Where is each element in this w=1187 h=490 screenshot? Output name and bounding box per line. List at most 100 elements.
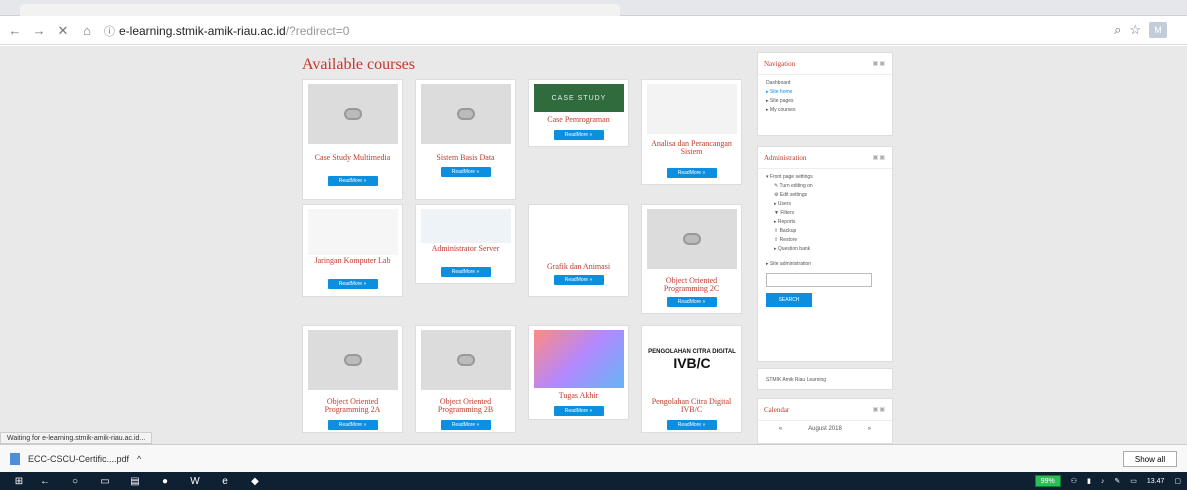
home-icon[interactable]: ⌂ (78, 22, 96, 40)
admin-item[interactable]: ⇧ Restore (766, 236, 884, 245)
course-name: Administrator Server (431, 244, 500, 253)
url-field[interactable]: ⓘ e-learning.stmik-amik-riau.ac.id/?redi… (104, 23, 349, 39)
star-icon[interactable]: ☆ (1129, 22, 1141, 38)
course-thumbnail (534, 209, 624, 261)
search-icon[interactable]: ○ (60, 472, 90, 490)
browser-tab[interactable] (20, 4, 620, 16)
course-thumbnail (647, 84, 737, 134)
administration-block: Administration ▣▣ ▾ Front page settings ✎… (757, 146, 893, 362)
chrome-icon[interactable]: ● (150, 472, 180, 490)
readmore-button[interactable]: ReadMore » (553, 130, 604, 140)
back-icon[interactable]: ← (6, 22, 24, 40)
nav-item[interactable]: ▸ My courses (766, 106, 884, 115)
page-title: Available courses (302, 56, 415, 73)
readmore-button[interactable]: ReadMore » (440, 167, 491, 177)
block-controls-icon[interactable]: ▣▣ (873, 406, 886, 413)
prev-month-icon[interactable]: « (779, 426, 782, 432)
course-name: Tugas Akhir (558, 391, 599, 400)
readmore-button[interactable]: ReadMore » (327, 279, 378, 289)
course-card[interactable]: CASE STUDY Case Pemrograman ReadMore » (528, 79, 629, 147)
course-thumbnail (308, 84, 398, 144)
site-name: STMIK Amik Riau Learning (766, 377, 827, 383)
admin-item[interactable]: ⚙ Edit settings (766, 191, 884, 200)
stop-icon[interactable]: ✕ (54, 22, 72, 40)
admin-item[interactable]: ▾ Front page settings (766, 173, 884, 182)
back-icon[interactable]: ← (30, 472, 60, 490)
course-name: Case Pemrograman (547, 115, 610, 124)
status-bar: Waiting for e-learning.stmik-amik-riau.a… (0, 432, 153, 444)
admin-label: Turn editing on (779, 183, 813, 189)
course-card[interactable]: Jaringan Komputer Lab ReadMore » (302, 204, 403, 297)
admin-item[interactable]: ✎ Turn editing on (766, 182, 884, 191)
admin-item[interactable]: ▸ Reports (766, 218, 884, 227)
edge-icon[interactable]: e (210, 472, 240, 490)
download-filename: ECC-CSCU-Certific....pdf (28, 453, 130, 464)
thumb-subtext: IVB/C (673, 355, 711, 371)
word-icon[interactable]: W (180, 472, 210, 490)
admin-label: Reports (777, 219, 796, 225)
readmore-button[interactable]: ReadMore » (666, 168, 717, 178)
readmore-button[interactable]: ReadMore » (327, 420, 378, 430)
show-all-button[interactable]: Show all (1123, 451, 1177, 467)
readmore-button[interactable]: ReadMore » (440, 420, 491, 430)
next-month-icon[interactable]: » (868, 426, 871, 432)
course-card[interactable]: Object Oriented Programming 2B ReadMore … (415, 325, 516, 433)
clock-time[interactable]: 13.47 (1147, 478, 1165, 485)
extension-icon[interactable]: M (1149, 22, 1167, 38)
nav-item[interactable]: ▸ Site pages (766, 97, 884, 106)
readmore-button[interactable]: ReadMore » (327, 176, 378, 186)
course-card[interactable]: Tugas Akhir ReadMore » (528, 325, 629, 420)
file-explorer-icon[interactable]: ▤ (120, 472, 150, 490)
admin-item[interactable]: ▸ Users (766, 200, 884, 209)
taskbar: ⊞ ← ○ ▭ ▤ ● W e ◆ 99% ⚇ ▮ ♪ ✎ ▭ 13.47 ▢ (0, 472, 1187, 490)
course-card[interactable]: PENGOLAHAN CITRA DIGITAL IVB/C Pengolaha… (641, 325, 742, 433)
nav-item[interactable]: Dashboard (766, 79, 884, 88)
search-button[interactable]: SEARCH (766, 293, 812, 307)
course-thumbnail (308, 330, 398, 390)
nav-label: Site pages (769, 98, 794, 104)
downloads-bar: ECC-CSCU-Certific....pdf ^ Show all (0, 444, 1187, 472)
forward-icon[interactable]: → (30, 22, 48, 40)
notification-icon[interactable]: ▢ (1174, 477, 1181, 485)
app-icon[interactable]: ◆ (240, 472, 270, 490)
readmore-button[interactable]: ReadMore » (553, 406, 604, 416)
zoom-icon[interactable]: ⌕ (1114, 22, 1121, 38)
readmore-button[interactable]: ReadMore » (553, 275, 604, 285)
admin-label: Filters (780, 210, 794, 216)
admin-item[interactable]: ▼ Filters (766, 209, 884, 218)
battery-indicator[interactable]: 99% (1034, 475, 1061, 487)
download-item[interactable]: ECC-CSCU-Certific....pdf ^ (10, 452, 141, 465)
admin-label: Backup (779, 228, 797, 234)
course-thumbnail (308, 209, 398, 255)
course-card[interactable]: Administrator Server ReadMore » (415, 204, 516, 284)
page-content: Available courses Case Study Multimedia … (0, 46, 1187, 444)
search-input[interactable] (766, 273, 872, 287)
windows-start-icon[interactable]: ⊞ (8, 472, 30, 490)
chevron-up-icon[interactable]: ^ (137, 454, 141, 464)
block-controls-icon[interactable]: ▣▣ (873, 154, 886, 161)
course-card[interactable]: Object Oriented Programming 2C ReadMore … (641, 204, 742, 314)
readmore-button[interactable]: ReadMore » (666, 297, 717, 307)
volume-icon[interactable]: ♪ (1101, 478, 1105, 485)
course-card[interactable]: Case Study Multimedia ReadMore » (302, 79, 403, 200)
readmore-button[interactable]: ReadMore » (666, 420, 717, 430)
task-view-icon[interactable]: ▭ (90, 472, 120, 490)
people-icon[interactable]: ⚇ (1071, 477, 1077, 485)
course-name: Object Oriented Programming 2C (663, 276, 720, 293)
admin-item[interactable]: ▸ Question bank (766, 245, 884, 254)
pen-icon[interactable]: ✎ (1114, 477, 1120, 485)
block-controls-icon[interactable]: ▣▣ (873, 60, 886, 67)
course-card[interactable]: Sistem Basis Data ReadMore » (415, 79, 516, 200)
admin-label: Edit settings (779, 192, 808, 198)
admin-item[interactable]: ▸ Site administration (766, 260, 884, 269)
admin-item[interactable]: ⇧ Backup (766, 227, 884, 236)
course-card[interactable]: Analisa dan Perancangan Sistem ReadMore … (641, 79, 742, 185)
keyboard-icon[interactable]: ▭ (1130, 477, 1137, 485)
admin-label: Site administration (769, 261, 812, 267)
course-card[interactable]: Object Oriented Programming 2A ReadMore … (302, 325, 403, 433)
network-icon[interactable]: ▮ (1087, 477, 1091, 485)
readmore-button[interactable]: ReadMore » (440, 267, 491, 277)
course-name: Jaringan Komputer Lab (314, 256, 391, 265)
course-card[interactable]: Grafik dan Animasi ReadMore » (528, 204, 629, 297)
nav-item[interactable]: ▸ Site home (766, 88, 884, 97)
